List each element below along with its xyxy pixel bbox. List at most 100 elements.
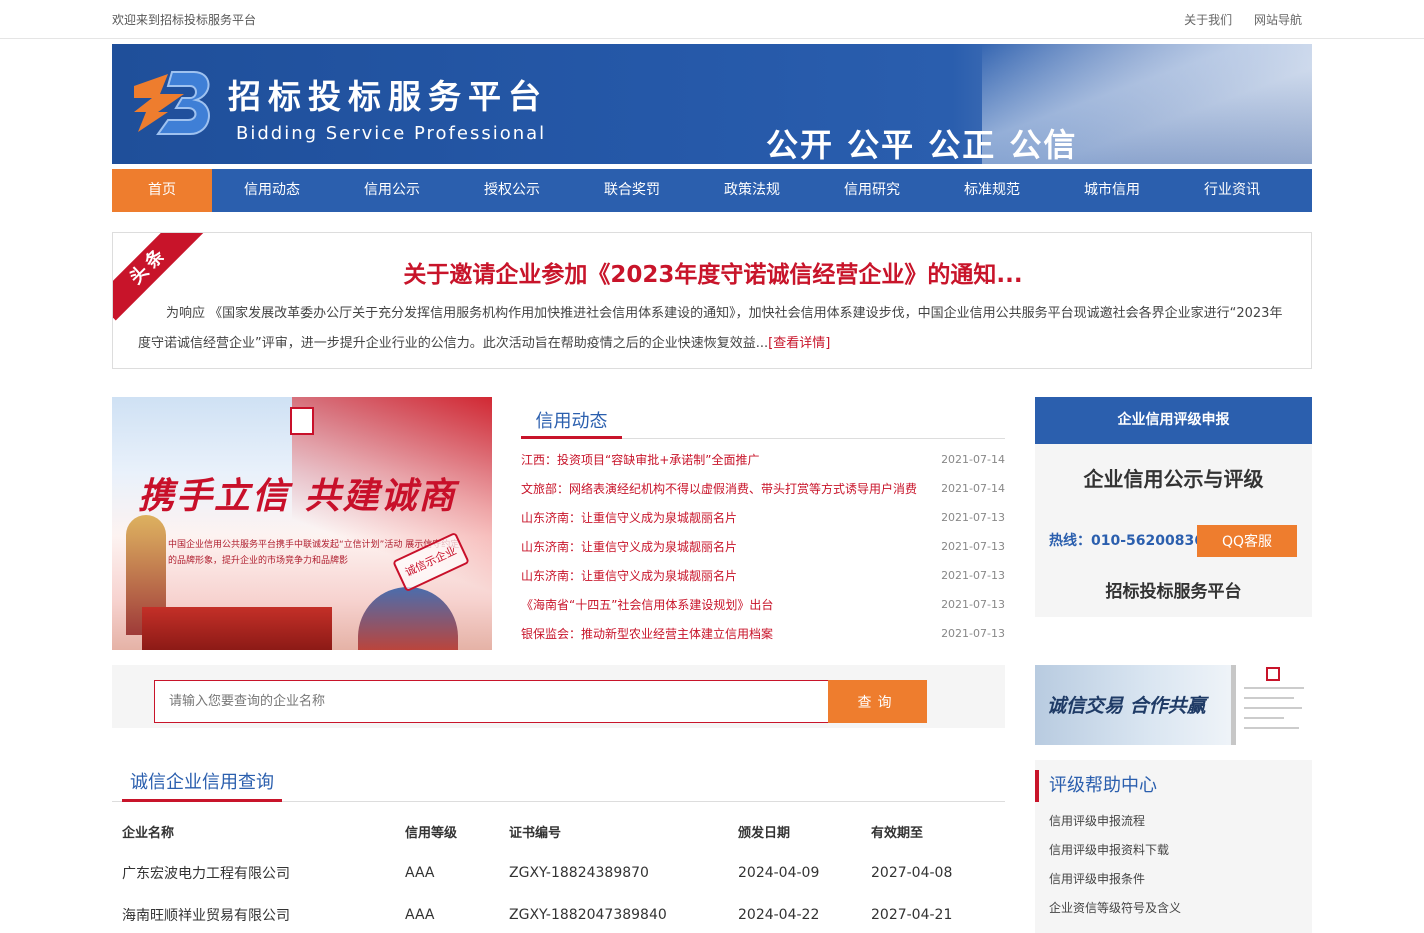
- table-row[interactable]: 广东宏波电力工程有限公司 AAA ZGXY-18824389870 2024-0…: [112, 852, 1005, 894]
- help-link-conditions[interactable]: 信用评级申报条件: [1049, 870, 1181, 899]
- news-tab-header: 信用动态: [521, 397, 1005, 439]
- certificate-image: [1231, 665, 1312, 745]
- cert-number-cell: ZGXY-18824389870: [509, 865, 649, 881]
- certificate-line: [1244, 687, 1304, 689]
- certificate-line: [1244, 707, 1302, 709]
- news-title[interactable]: 《海南省“十四五”社会信用体系建设规划》出台: [521, 598, 773, 612]
- gate-graphic: [142, 607, 332, 650]
- news-date: 2021-07-13: [941, 627, 1005, 640]
- news-date: 2021-07-13: [941, 540, 1005, 553]
- certificate-line: [1244, 717, 1284, 719]
- news-title[interactable]: 山东济南：让重信守义成为泉城靓丽名片: [521, 540, 737, 554]
- issue-date-cell: 2024-04-09: [738, 865, 820, 881]
- col-cert-number: 证书编号: [509, 825, 562, 841]
- news-title[interactable]: 文旅部：网络表演经纪机构不得以虚假消费、带头打赏等方式诱导用户消费: [521, 482, 917, 496]
- list-item[interactable]: 山东济南：让重信守义成为泉城靓丽名片 2021-07-13: [521, 507, 1005, 536]
- help-center-panel: 评级帮助中心 信用评级申报流程 信用评级申报资料下载 信用评级申报条件 企业资信…: [1035, 760, 1312, 933]
- news-date: 2021-07-13: [941, 569, 1005, 582]
- welcome-text: 欢迎来到招标投标服务平台: [112, 13, 257, 27]
- integrity-ad-text: 诚信交易 合作共赢: [1047, 695, 1206, 717]
- col-company-name: 企业名称: [122, 825, 175, 841]
- nav-item-home[interactable]: 首页: [112, 169, 212, 212]
- news-date: 2021-07-14: [941, 482, 1005, 495]
- col-valid-until: 有效期至: [871, 825, 924, 841]
- header-banner: 招标投标服务平台 Bidding Service Professional 公开…: [112, 44, 1312, 164]
- list-item[interactable]: 文旅部：网络表演经纪机构不得以虚假消费、带头打赏等方式诱导用户消费 2021-07…: [521, 478, 1005, 507]
- list-item[interactable]: 江西：投资项目“容缺审批+承诺制”全面推广 2021-07-14: [521, 449, 1005, 478]
- help-link-symbols[interactable]: 企业资信等级符号及含义: [1049, 899, 1181, 928]
- news-title[interactable]: 银保监会：推动新型农业经营主体建立信用档案: [521, 627, 773, 641]
- valid-until-cell: 2027-04-08: [871, 865, 953, 881]
- headline-text: 为响应 《国家发展改革委办公厅关于充分发挥信用服务机构作用加快推进社会信用体系建…: [138, 306, 1283, 351]
- rating-application-panel: 企业信用评级申报 企业信用公示与评级 热线：010-56200836 QQ客服 …: [1035, 397, 1312, 617]
- nav-item-city-credit[interactable]: 城市信用: [1052, 169, 1172, 212]
- site-subtitle: Bidding Service Professional: [236, 123, 547, 144]
- company-search-bar: 查询: [112, 665, 1005, 728]
- help-center-title: 评级帮助中心: [1035, 770, 1157, 802]
- nav-item-standards[interactable]: 标准规范: [932, 169, 1052, 212]
- list-item[interactable]: 山东济南：让重信守义成为泉城靓丽名片 2021-07-13: [521, 565, 1005, 594]
- news-date: 2021-07-14: [941, 453, 1005, 466]
- headline-box: 头条 关于邀请企业参加《2023年度守诺诚信经营企业》的通知... 为响应 《国…: [112, 232, 1312, 369]
- company-search-input[interactable]: [154, 680, 828, 723]
- platform-name: 招标投标服务平台: [1105, 582, 1242, 602]
- company-name-cell[interactable]: 广东宏波电力工程有限公司: [112, 852, 405, 894]
- search-button[interactable]: 查询: [828, 680, 927, 723]
- list-item[interactable]: 山东济南：让重信守义成为泉城靓丽名片 2021-07-13: [521, 536, 1005, 565]
- hotline-text: 热线：010-56200836: [1049, 533, 1204, 549]
- news-date: 2021-07-13: [941, 511, 1005, 524]
- view-details-link[interactable]: [查看详情]: [768, 336, 830, 351]
- nav-item-authorization[interactable]: 授权公示: [452, 169, 572, 212]
- sitemap-link[interactable]: 网站导航: [1254, 13, 1302, 27]
- emblem-icon: [290, 407, 314, 435]
- news-title[interactable]: 山东济南：让重信守义成为泉城靓丽名片: [521, 569, 737, 583]
- certificate-line: [1244, 697, 1294, 699]
- nav-item-credit-news[interactable]: 信用动态: [212, 169, 332, 212]
- issue-date-cell: 2024-04-22: [738, 907, 820, 923]
- table-row[interactable]: 海南旺顺祥业贸易有限公司 AAA ZGXY-1882047389840 2024…: [112, 894, 1005, 933]
- valid-until-cell: 2027-04-21: [871, 907, 953, 923]
- credit-query-panel: 诚信企业信用查询 企业名称 信用等级 证书编号 颁发日期 有效期至 广东宏波电力…: [112, 760, 1005, 933]
- news-list: 江西：投资项目“容缺审批+承诺制”全面推广 2021-07-14 文旅部：网络表演…: [521, 449, 1005, 652]
- logo-icon[interactable]: [128, 68, 214, 138]
- col-credit-level: 信用等级: [405, 825, 458, 841]
- nav-item-rewards-penalties[interactable]: 联合奖罚: [572, 169, 692, 212]
- top-bar: 欢迎来到招标投标服务平台 关于我们 网站导航: [0, 0, 1424, 39]
- credit-news-panel: 信用动态 江西：投资项目“容缺审批+承诺制”全面推广 2021-07-14 文旅部…: [521, 397, 1005, 650]
- list-item[interactable]: 银保监会：推动新型农业经营主体建立信用档案 2021-07-13: [521, 623, 1005, 652]
- integrity-ad-banner[interactable]: 诚信交易 合作共赢: [1035, 665, 1312, 745]
- company-name-cell[interactable]: 海南旺顺祥业贸易有限公司: [112, 894, 405, 933]
- about-link[interactable]: 关于我们: [1184, 13, 1232, 27]
- main-nav: 首页 信用动态 信用公示 授权公示 联合奖罚 政策法规 信用研究 标准规范 城市…: [112, 169, 1312, 212]
- query-tab-header: 诚信企业信用查询: [112, 760, 1005, 802]
- promo-banner[interactable]: 携手立信 共建诚商 中国企业信用公共服务平台携手中联诚发起“立信计划”活动 展示…: [112, 397, 492, 650]
- cert-number-cell: ZGXY-1882047389840: [509, 907, 667, 923]
- headline-body: 为响应 《国家发展改革委办公厅关于充分发挥信用服务机构作用加快推进社会信用体系建…: [138, 299, 1288, 359]
- rating-application-header[interactable]: 企业信用评级申报: [1035, 397, 1312, 444]
- credit-level-cell: AAA: [405, 907, 435, 923]
- help-link-download[interactable]: 信用评级申报资料下载: [1049, 841, 1181, 870]
- nav-item-research[interactable]: 信用研究: [812, 169, 932, 212]
- rating-panel-title: 企业信用公示与评级: [1083, 467, 1264, 491]
- nav-item-policies[interactable]: 政策法规: [692, 169, 812, 212]
- tab-credit-news[interactable]: 信用动态: [521, 407, 622, 439]
- col-issue-date: 颁发日期: [738, 825, 791, 841]
- tab-credit-query[interactable]: 诚信企业信用查询: [122, 768, 282, 802]
- site-title: 招标投标服务平台: [228, 77, 548, 116]
- nav-item-credit-publicity[interactable]: 信用公示: [332, 169, 452, 212]
- qq-service-button[interactable]: QQ客服: [1197, 525, 1297, 557]
- help-link-process[interactable]: 信用评级申报流程: [1049, 812, 1181, 841]
- promo-slogan: 携手立信 共建诚商: [138, 475, 457, 517]
- list-item[interactable]: 《海南省“十四五”社会信用体系建设规划》出台 2021-07-13: [521, 594, 1005, 623]
- help-list: 信用评级申报流程 信用评级申报资料下载 信用评级申报条件 企业资信等级符号及含义: [1049, 812, 1181, 928]
- nav-item-industry-news[interactable]: 行业资讯: [1172, 169, 1292, 212]
- news-title[interactable]: 山东济南：让重信守义成为泉城靓丽名片: [521, 511, 737, 525]
- top-links: 关于我们 网站导航: [1166, 11, 1302, 28]
- credit-table: 企业名称 信用等级 证书编号 颁发日期 有效期至 广东宏波电力工程有限公司 AA…: [112, 810, 1005, 933]
- table-header-row: 企业名称 信用等级 证书编号 颁发日期 有效期至: [112, 810, 1005, 852]
- certificate-emblem-icon: [1266, 667, 1280, 681]
- news-title[interactable]: 江西：投资项目“容缺审批+承诺制”全面推广: [521, 453, 760, 467]
- headline-title[interactable]: 关于邀请企业参加《2023年度守诺诚信经营企业》的通知...: [113, 255, 1311, 289]
- certificate-line: [1244, 727, 1299, 729]
- site-slogan: 公开 公平 公正 公信: [766, 126, 1078, 164]
